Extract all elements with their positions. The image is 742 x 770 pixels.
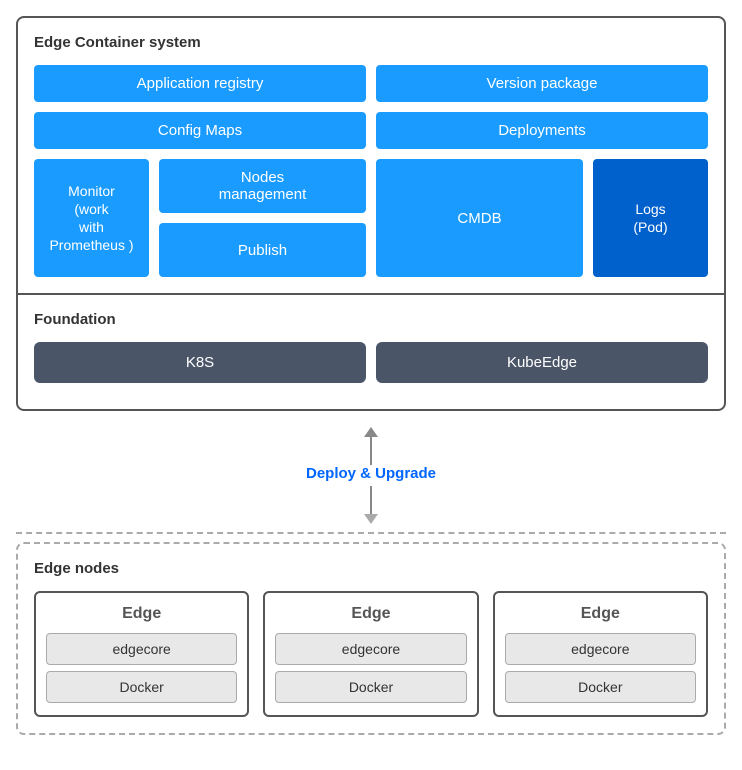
nodes-management-btn[interactable]: Nodesmanagement [159,159,366,213]
arrow-shaft [370,437,372,465]
deploy-upgrade-label: Deploy & Upgrade [306,465,436,482]
edge-node-1-edgecore: edgecore [275,633,466,665]
edge-node-0: Edge edgecore Docker [34,591,249,717]
ecs-title: Edge Container system [34,34,708,51]
arrow-line-down [364,486,378,524]
version-package-btn[interactable]: Version package [376,65,708,102]
ecs-bottom-row: Monitor(workwithPrometheus ) Nodesmanage… [34,159,708,277]
edge-node-0-title: Edge [46,605,237,623]
arrow-line [364,427,378,465]
edge-node-1-title: Edge [275,605,466,623]
edge-node-0-edgecore: edgecore [46,633,237,665]
edge-node-2-edgecore: edgecore [505,633,696,665]
arrow-down-icon [364,514,378,524]
edge-nodes: Edge nodes Edge edgecore Docker Edge edg… [16,542,726,735]
logs-btn[interactable]: Logs(Pod) [593,159,708,277]
edge-nodes-title: Edge nodes [34,560,708,577]
cmdb-btn[interactable]: CMDB [376,159,583,277]
ecs-row-2: Config Maps Deployments [34,112,708,149]
ecs-row-1: Application registry Version package [34,65,708,102]
monitor-btn[interactable]: Monitor(workwithPrometheus ) [34,159,149,277]
config-maps-btn[interactable]: Config Maps [34,112,366,149]
foundation-row: K8S KubeEdge [34,342,708,383]
edge-node-2: Edge edgecore Docker [493,591,708,717]
k8s-btn[interactable]: K8S [34,342,366,383]
edge-container-foundation-wrapper: Edge Container system Application regist… [16,16,726,411]
arrow-section: Deploy & Upgrade [16,411,726,524]
deployments-btn[interactable]: Deployments [376,112,708,149]
publish-btn[interactable]: Publish [159,223,366,277]
ecs-middle-col: Nodesmanagement Publish [159,159,366,277]
edge-container-system: Edge Container system Application regist… [18,18,724,293]
arrow-up-icon [364,427,378,437]
kubeedge-btn[interactable]: KubeEdge [376,342,708,383]
edge-nodes-row: Edge edgecore Docker Edge edgecore Docke… [34,591,708,717]
foundation-title: Foundation [34,311,708,328]
edge-node-2-docker: Docker [505,671,696,703]
app-registry-btn[interactable]: Application registry [34,65,366,102]
foundation: Foundation K8S KubeEdge [18,293,724,409]
edge-node-2-title: Edge [505,605,696,623]
edge-node-1: Edge edgecore Docker [263,591,478,717]
dashed-separator [16,532,726,534]
diagram: Edge Container system Application regist… [16,16,726,735]
arrow-shaft-down [370,486,372,514]
edge-node-0-docker: Docker [46,671,237,703]
edge-node-1-docker: Docker [275,671,466,703]
